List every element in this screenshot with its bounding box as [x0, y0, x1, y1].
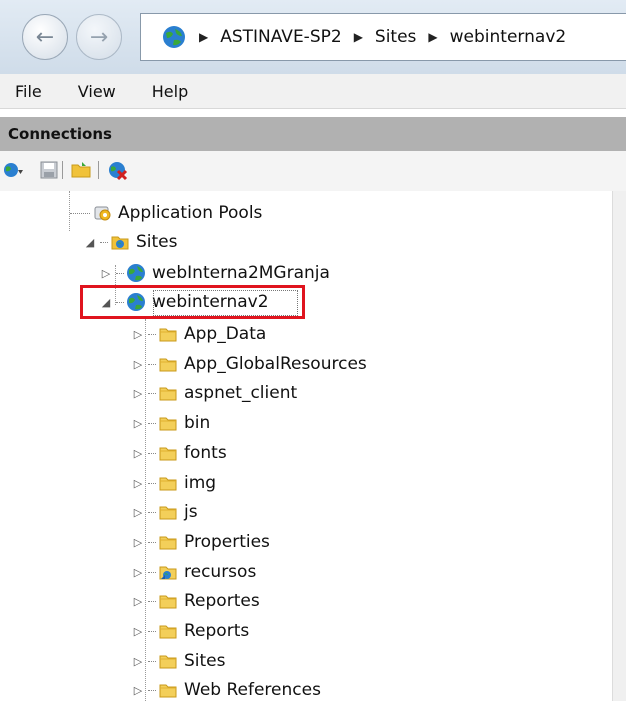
globe-icon — [163, 26, 185, 48]
connections-header: Connections — [0, 117, 626, 151]
folder-icon — [159, 477, 177, 491]
connections-title: Connections — [8, 125, 112, 143]
panel-splitter[interactable]: ⋮ — [612, 191, 626, 701]
tree-node-folder[interactable]: ▷ aspnet_client — [132, 379, 297, 407]
connect-icon[interactable] — [2, 159, 24, 181]
tree-node-folder[interactable]: ▷ img — [132, 469, 216, 497]
tree-node-label: App_GlobalResources — [184, 354, 367, 374]
tree-node-folder[interactable]: ▷ Reports — [132, 617, 249, 645]
chevron-right-icon: ▶ — [199, 30, 209, 44]
tree-node-folder[interactable]: ▷ js — [132, 498, 198, 526]
folder-icon — [159, 447, 177, 461]
tree-node-folder[interactable]: ▷ Properties — [132, 528, 270, 556]
folder-icon — [159, 536, 177, 550]
collapsed-arrow-icon[interactable]: ▷ — [132, 566, 144, 579]
tree-node-label: img — [184, 473, 217, 493]
folder-icon — [159, 655, 177, 669]
tree-node-sites[interactable]: ◢ Sites — [84, 228, 178, 256]
connections-tree: Application Pools ◢ Sites ▷ webInterna2M… — [0, 191, 612, 701]
tree-node-label: Sites — [184, 651, 226, 671]
connections-toolbar — [0, 151, 626, 192]
address-bar-area: ← → ▶ ASTINAVE-SP2 ▶ Sites ▶ webinternav… — [0, 0, 626, 74]
collapsed-arrow-icon[interactable]: ▷ — [132, 625, 144, 638]
forward-arrow-icon: → — [89, 24, 109, 50]
collapsed-arrow-icon[interactable]: ▷ — [132, 595, 144, 608]
address-breadcrumb[interactable]: ▶ ASTINAVE-SP2 ▶ Sites ▶ webinternav2 — [140, 13, 626, 61]
tree-node-label: Sites — [136, 232, 178, 252]
collapsed-arrow-icon[interactable]: ▷ — [100, 267, 112, 280]
tree-node-folder[interactable]: ▷ recursos — [132, 558, 257, 586]
tree-node-label: Application Pools — [118, 203, 263, 223]
folder-icon — [159, 506, 177, 520]
back-arrow-icon: ← — [35, 24, 55, 50]
tree-node-folder[interactable]: ▷ Web References — [132, 676, 321, 701]
tree-node-label: App_Data — [184, 324, 267, 344]
tree-node-label: aspnet_client — [184, 383, 298, 403]
tree-node-folder[interactable]: ▷ bin — [132, 409, 211, 437]
tree-node-folder[interactable]: ▷ Reportes — [132, 587, 260, 615]
tree-node-label: Reports — [184, 621, 250, 641]
folder-icon[interactable] — [70, 159, 92, 181]
tree-node-folder[interactable]: ▷ Sites — [132, 647, 226, 675]
back-button[interactable]: ← — [22, 14, 68, 60]
app-pools-icon — [94, 206, 111, 221]
folder-icon — [159, 595, 177, 609]
forward-button[interactable]: → — [76, 14, 122, 60]
tree-node-webinterna2mgranja[interactable]: ▷ webInterna2MGranja — [100, 259, 330, 287]
tree-node-label: Reportes — [184, 591, 260, 611]
splitter-grip-icon: ⋮ — [622, 361, 626, 372]
menu-bar: File View Help — [0, 74, 626, 109]
tree-node-folder[interactable]: ▷ App_GlobalResources — [132, 350, 367, 378]
collapsed-arrow-icon[interactable]: ▷ — [132, 387, 144, 400]
folder-icon — [159, 684, 177, 698]
tree-node-folder[interactable]: ▷ App_Data — [132, 320, 267, 348]
folder-icon — [159, 328, 177, 342]
tree-node-label: js — [184, 502, 198, 522]
collapsed-arrow-icon[interactable]: ▷ — [132, 506, 144, 519]
globe-icon — [127, 264, 145, 282]
menu-help[interactable]: Help — [152, 82, 188, 101]
collapsed-arrow-icon[interactable]: ▷ — [132, 684, 144, 697]
tree-node-label: bin — [184, 413, 211, 433]
collapsed-arrow-icon[interactable]: ▷ — [132, 477, 144, 490]
tree-node-folder[interactable]: ▷ fonts — [132, 439, 227, 467]
tree-node-label: recursos — [184, 562, 257, 582]
save-icon[interactable] — [38, 159, 60, 181]
tree-node-label: fonts — [184, 443, 227, 463]
collapsed-arrow-icon[interactable]: ▷ — [132, 358, 144, 371]
collapsed-arrow-icon[interactable]: ▷ — [132, 536, 144, 549]
virtual-dir-icon — [159, 566, 177, 580]
chevron-right-icon: ▶ — [353, 30, 363, 44]
disconnect-icon[interactable] — [106, 159, 128, 181]
collapsed-arrow-icon[interactable]: ▷ — [132, 417, 144, 430]
collapsed-arrow-icon[interactable]: ▷ — [132, 447, 144, 460]
menu-view[interactable]: View — [78, 82, 116, 101]
tree-node-label: Properties — [184, 532, 270, 552]
collapsed-arrow-icon[interactable]: ▷ — [132, 655, 144, 668]
selection-highlight — [80, 285, 305, 319]
collapsed-arrow-icon[interactable]: ▷ — [132, 328, 144, 341]
breadcrumb-sites[interactable]: Sites — [375, 27, 417, 47]
folder-icon — [159, 387, 177, 401]
menu-file[interactable]: File — [15, 82, 42, 101]
tree-node-label: Web References — [184, 680, 321, 700]
breadcrumb-server[interactable]: ASTINAVE-SP2 — [220, 27, 341, 47]
chevron-right-icon: ▶ — [428, 30, 438, 44]
folder-icon — [159, 625, 177, 639]
breadcrumb-site[interactable]: webinternav2 — [450, 27, 567, 47]
sites-icon — [111, 236, 129, 250]
folder-icon — [159, 358, 177, 372]
folder-icon — [159, 417, 177, 431]
tree-node-application-pools[interactable]: Application Pools — [70, 199, 262, 227]
expanded-arrow-icon[interactable]: ◢ — [84, 236, 96, 249]
tree-node-label: webInterna2MGranja — [152, 263, 330, 283]
